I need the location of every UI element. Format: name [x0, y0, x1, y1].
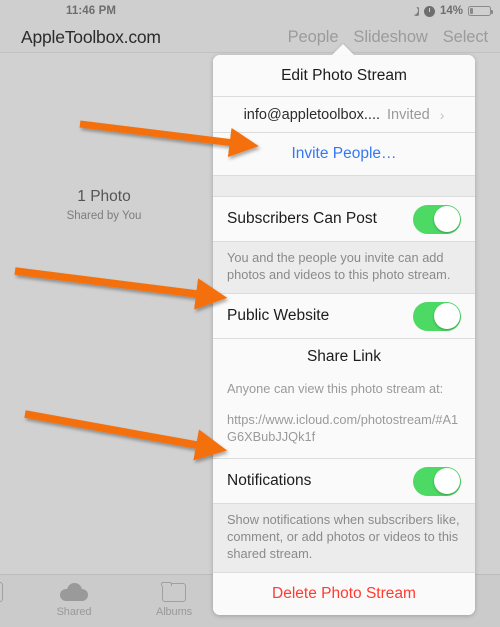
tab-photos-label: os	[0, 606, 24, 618]
share-link-body: Anyone can view this photo stream at: ht…	[213, 375, 475, 458]
share-link-description: Anyone can view this photo stream at:	[227, 381, 444, 396]
navigation-bar: AppleToolbox.com People Slideshow Select	[0, 22, 500, 53]
toggle-knob	[433, 303, 460, 329]
person-status: Invited	[387, 106, 430, 123]
tab-albums-label: Albums	[155, 606, 193, 618]
select-button[interactable]: Select	[443, 28, 488, 47]
edit-photo-stream-popover: Edit Photo Stream info@appletoolbox.... …	[213, 55, 475, 615]
slideshow-button[interactable]: Slideshow	[353, 28, 427, 47]
section-gap	[213, 175, 475, 197]
public-website-toggle[interactable]	[413, 301, 461, 331]
battery-icon	[468, 6, 493, 16]
subscribers-can-post-row[interactable]: Subscribers Can Post	[213, 197, 475, 241]
tab-albums[interactable]: Albums	[124, 575, 224, 618]
notifications-label: Notifications	[227, 472, 312, 489]
invite-people-row[interactable]: Invite People…	[213, 133, 475, 175]
delete-photo-stream-row[interactable]: Delete Photo Stream	[213, 573, 475, 615]
albums-icon	[124, 579, 224, 605]
page-title: AppleToolbox.com	[21, 27, 161, 47]
share-link-url[interactable]: https://www.icloud.com/photostream/#A1G6…	[227, 411, 461, 445]
popover-title: Edit Photo Stream	[213, 55, 475, 96]
do-not-disturb-moon-icon	[408, 6, 419, 16]
people-button[interactable]: People	[288, 28, 339, 47]
subscribers-can-post-description: You and the people you invite can add ph…	[213, 241, 475, 294]
alarm-clock-icon	[423, 5, 435, 17]
battery-percent-label: 14%	[439, 5, 463, 17]
toggle-knob	[433, 206, 460, 232]
public-website-row[interactable]: Public Website	[213, 294, 475, 338]
tab-shared[interactable]: Shared	[24, 575, 124, 618]
share-link-header: Share Link	[213, 339, 475, 375]
invited-person-row[interactable]: info@appletoolbox.... Invited ›	[213, 97, 475, 132]
delete-photo-stream-button[interactable]: Delete Photo Stream	[272, 585, 416, 603]
cloud-icon	[24, 579, 124, 605]
battery-fill	[470, 8, 473, 14]
subscribers-can-post-label: Subscribers Can Post	[227, 210, 377, 227]
status-bar-indicators: 14%	[408, 0, 493, 22]
notifications-description: Show notifications when subscribers like…	[213, 503, 475, 573]
invite-people-link[interactable]: Invite People…	[291, 145, 396, 163]
notifications-toggle[interactable]	[413, 466, 461, 496]
chevron-right-icon: ›	[439, 106, 445, 123]
ipad-photos-screen: 11:46 PM 14% AppleToolbox.com People Sli…	[0, 0, 500, 627]
tab-shared-label: Shared	[56, 606, 92, 618]
notifications-row[interactable]: Notifications	[213, 459, 475, 503]
subscribers-can-post-toggle[interactable]	[413, 204, 461, 234]
navigation-actions: People Slideshow Select	[288, 22, 488, 52]
status-bar: 11:46 PM 14%	[0, 0, 500, 22]
photos-icon	[0, 579, 24, 605]
status-bar-time: 11:46 PM	[66, 5, 117, 17]
toggle-knob	[433, 468, 460, 494]
popover-arrow	[332, 44, 354, 55]
album-shared-by: Shared by You	[66, 210, 142, 222]
public-website-label: Public Website	[227, 307, 330, 324]
album-photo-count: 1 Photo	[77, 188, 131, 205]
person-email: info@appletoolbox....	[243, 106, 381, 123]
album-info: 1 Photo Shared by You	[0, 187, 208, 224]
tab-photos[interactable]: os	[0, 575, 24, 618]
